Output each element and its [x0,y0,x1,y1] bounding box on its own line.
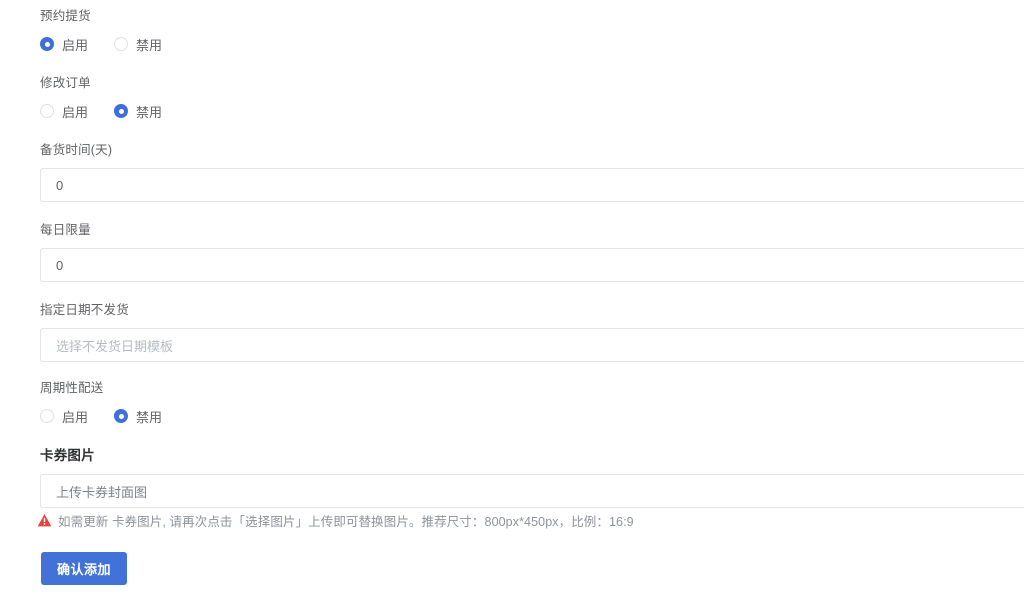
field-label-card-image: 卡券图片 [40,448,95,463]
radio-group-scheduled-pickup: 启用 禁用 [40,34,188,54]
radio-dot-icon [114,409,129,423]
confirm-add-button[interactable]: 确认添加 [41,552,127,585]
radio-dot-icon [40,104,54,118]
radio-label: 启用 [62,37,89,53]
radio-label: 启用 [62,409,89,425]
field-card-image: 卡券图片 上传卡券封面图 [40,447,1024,508]
radio-scheduled-pickup-disable[interactable]: 禁用 [114,34,162,54]
field-label-periodic-delivery: 周期性配送 [40,381,104,395]
prep-time-input[interactable]: 0 [40,168,1024,202]
field-prep-time: 备货时间(天) 0 [40,141,1024,202]
product-delivery-settings-form: 预约提货 启用 禁用 修改订单 启用 禁用 备货时间(天) 0 每日限量 0 指… [0,0,1024,600]
daily-limit-input[interactable]: 0 [40,248,1024,282]
field-scheduled-pickup: 预约提货 启用 禁用 [40,7,188,54]
field-no-delivery-dates: 指定日期不发货 选择不发货日期模板 [40,301,1024,362]
field-label-no-delivery-dates: 指定日期不发货 [40,303,129,317]
card-image-upload-input[interactable]: 上传卡券封面图 [40,474,1024,508]
radio-scheduled-pickup-enable[interactable]: 启用 [40,34,88,54]
radio-label: 启用 [62,104,89,120]
radio-group-modify-order: 启用 禁用 [40,101,188,121]
radio-periodic-delivery-disable[interactable]: 禁用 [114,406,162,426]
field-label-scheduled-pickup: 预约提货 [40,9,91,23]
radio-periodic-delivery-enable[interactable]: 启用 [40,406,88,426]
field-daily-limit: 每日限量 0 [40,221,1024,282]
field-label-modify-order: 修改订单 [40,76,91,90]
radio-label: 禁用 [136,409,163,425]
radio-dot-icon [40,37,54,51]
no-delivery-dates-select[interactable]: 选择不发货日期模板 [40,328,1024,362]
card-image-hint: 如需更新 卡券图片, 请再次点击「选择图片」上传即可替换图片。推荐尺寸：800p… [37,511,634,530]
radio-dot-icon [114,37,129,51]
field-periodic-delivery: 周期性配送 启用 禁用 [40,379,188,426]
field-modify-order: 修改订单 启用 禁用 [40,74,188,121]
radio-modify-order-disable[interactable]: 禁用 [114,101,162,121]
radio-dot-icon [114,104,129,118]
radio-dot-icon [40,409,54,423]
radio-group-periodic-delivery: 启用 禁用 [40,406,188,426]
card-image-hint-text: 如需更新 卡券图片, 请再次点击「选择图片」上传即可替换图片。推荐尺寸：800p… [58,515,634,529]
radio-label: 禁用 [136,104,163,120]
radio-label: 禁用 [136,37,163,53]
field-label-daily-limit: 每日限量 [40,223,91,237]
field-label-prep-time: 备货时间(天) [40,143,113,157]
warning-triangle-icon [37,514,52,527]
radio-modify-order-enable[interactable]: 启用 [40,101,88,121]
